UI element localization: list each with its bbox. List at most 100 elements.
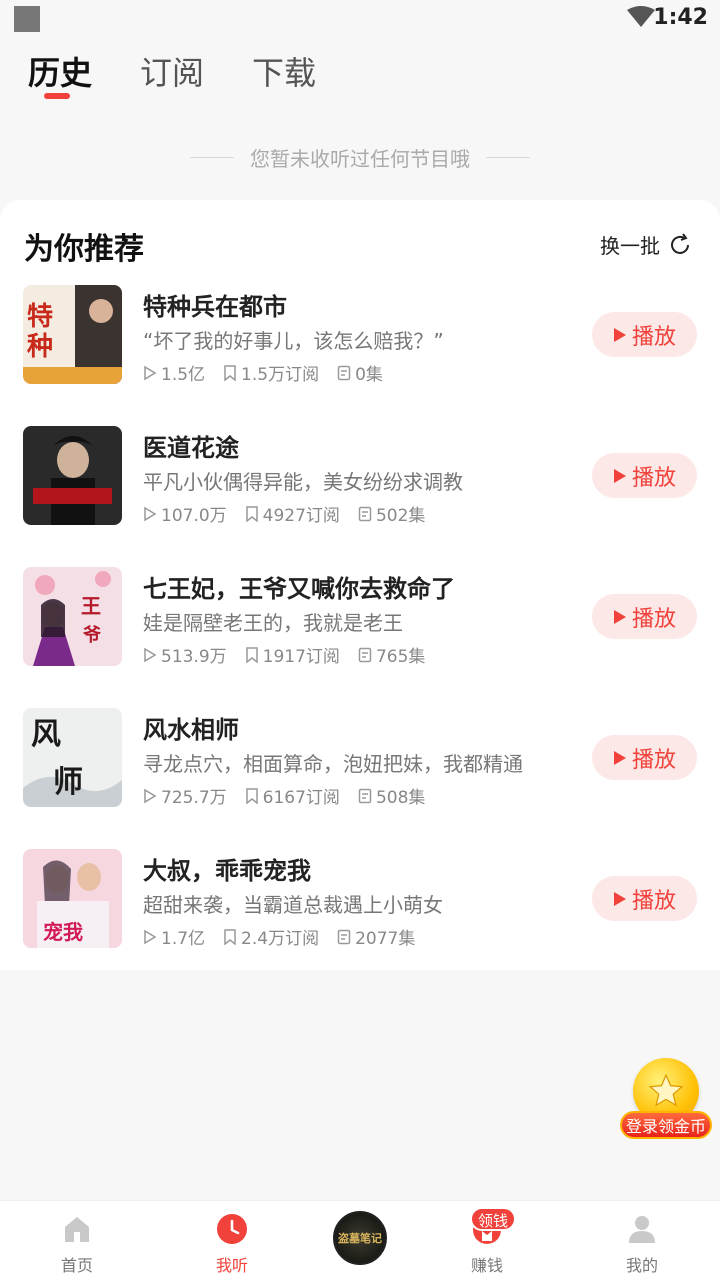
svg-text:师: 师 (53, 765, 83, 800)
subscribe-count-value: 1917订阅 (262, 647, 340, 667)
episode-icon (337, 365, 351, 380)
play-count-icon (144, 788, 157, 803)
item-description: 平凡小伙偶得异能，美女纷纷求调教 (143, 470, 463, 494)
refresh-icon (671, 232, 689, 254)
empty-text: 您暂未收听过任何节目哦 (250, 147, 470, 171)
item-title: 医道花途 (143, 434, 239, 462)
episode-icon (358, 506, 372, 521)
play-icon (613, 750, 626, 765)
play-count: 1.5亿 (143, 360, 205, 385)
play-count-value: 107.0万 (161, 506, 227, 526)
bookmark-icon (245, 505, 258, 522)
play-count: 513.9万 (143, 642, 227, 667)
refresh-label: 换一批 (600, 234, 660, 258)
list-item[interactable]: 特 种 特种兵在都市 “坏了我的好事儿，该怎么赔我？” 1.5亿 1.5万订阅 … (0, 285, 720, 405)
bottom-navigation: 首页 我听 盗墓笔记 赚钱 领钱 我的 (0, 1200, 720, 1280)
play-count-icon (144, 647, 157, 662)
play-icon (613, 327, 626, 342)
play-button[interactable]: 播放 (592, 876, 697, 921)
episode-count: 765集 (358, 642, 425, 667)
play-count-value: 1.7亿 (161, 929, 206, 949)
nav-mine[interactable]: 我的 (587, 1201, 697, 1280)
item-description: 寻龙点穴，相面算命，泡妞把妹，我都精通 (143, 752, 523, 776)
list-item[interactable]: 王 爷 七王妃，王爷又喊你去救命了 娃是隔壁老王的，我就是老王 513.9万 1… (0, 567, 720, 687)
nav-earn-label: 赚钱 (470, 1256, 503, 1275)
clock-icon (217, 1214, 247, 1244)
subscribe-count: 4927订阅 (245, 501, 340, 526)
subscribe-count: 2.4万订阅 (223, 924, 319, 949)
user-icon (629, 1216, 655, 1243)
item-title: 大叔，乖乖宠我 (143, 857, 311, 885)
item-meta: 107.0万 4927订阅 502集 (143, 501, 425, 526)
item-description: “坏了我的好事儿，该怎么赔我？” (143, 329, 444, 353)
tab-history-label: 历史 (28, 54, 93, 92)
home-icon (65, 1217, 89, 1242)
item-meta: 1.5亿 1.5万订阅 0集 (143, 360, 383, 385)
episode-count: 502集 (358, 501, 425, 526)
play-count-icon (144, 506, 157, 521)
episode-count: 2077集 (337, 924, 415, 949)
play-button[interactable]: 播放 (592, 735, 697, 780)
svg-text:爷: 爷 (83, 624, 102, 646)
svg-text:宠我: 宠我 (43, 920, 83, 944)
tab-download[interactable]: 下载 (252, 48, 316, 94)
play-count: 107.0万 (143, 501, 227, 526)
status-time: 1:42 (653, 5, 708, 30)
top-tabs: 历史 订阅 下载 (28, 48, 316, 99)
play-button[interactable]: 播放 (592, 312, 697, 357)
episode-icon (358, 647, 372, 662)
bookmark-icon (245, 787, 258, 804)
login-coin-label: 登录领金币 (620, 1111, 712, 1139)
login-coin-widget[interactable]: 登录领金币 (620, 1058, 712, 1142)
play-button[interactable]: 播放 (592, 594, 697, 639)
episode-count-value: 765集 (375, 647, 426, 667)
empty-history-message: 您暂未收听过任何节目哦 (0, 143, 720, 172)
list-item[interactable]: 风 师 风水相师 寻龙点穴，相面算命，泡妞把妹，我都精通 725.7万 6167… (0, 708, 720, 828)
play-icon (613, 468, 626, 483)
subscribe-count: 1.5万订阅 (223, 360, 319, 385)
now-playing-disc[interactable]: 盗墓笔记 (333, 1211, 387, 1265)
cover-image: 风 师 (23, 708, 122, 807)
play-count: 725.7万 (143, 783, 227, 808)
play-count-value: 1.5亿 (161, 365, 206, 385)
item-title: 特种兵在都市 (143, 293, 287, 321)
episode-count: 508集 (358, 783, 425, 808)
episode-count-value: 508集 (375, 788, 426, 808)
play-count-value: 725.7万 (161, 788, 227, 808)
subscribe-count-value: 1.5万订阅 (241, 365, 320, 385)
nav-home[interactable]: 首页 (22, 1201, 132, 1280)
play-button-label: 播放 (631, 888, 676, 914)
play-count-icon (144, 365, 157, 380)
bookmark-icon (224, 364, 236, 381)
play-button[interactable]: 播放 (592, 453, 697, 498)
list-item[interactable]: 医道花途 平凡小伙偶得异能，美女纷纷求调教 107.0万 4927订阅 502集… (0, 426, 720, 546)
nav-home-label: 首页 (60, 1256, 93, 1275)
subscribe-count-value: 6167订阅 (262, 788, 340, 808)
play-button-label: 播放 (631, 465, 676, 491)
item-meta: 725.7万 6167订阅 508集 (143, 783, 425, 808)
list-item[interactable]: 宠我 大叔，乖乖宠我 超甜来袭，当霸道总裁遇上小萌女 1.7亿 2.4万订阅 2… (0, 849, 720, 969)
play-button-label: 播放 (631, 747, 676, 773)
item-title: 七王妃，王爷又喊你去救命了 (143, 575, 455, 603)
cover-image: 王 爷 (23, 567, 122, 666)
nav-listen[interactable]: 我听 (177, 1201, 287, 1280)
svg-text:特: 特 (27, 301, 53, 332)
subscribe-count-value: 4927订阅 (262, 506, 340, 526)
cover-image: 特 种 (23, 285, 122, 384)
recommend-card: 为你推荐 换一批 特 种 特种兵在都市 “坏了我的好事儿，该怎么赔我？” 1.5… (0, 200, 720, 970)
subscribe-count-value: 2.4万订阅 (241, 929, 320, 949)
play-count-icon (144, 929, 157, 944)
tab-history[interactable]: 历史 (28, 48, 93, 99)
item-description: 超甜来袭，当霸道总裁遇上小萌女 (143, 893, 443, 917)
episode-icon (337, 929, 351, 944)
item-title: 风水相师 (143, 716, 239, 744)
refresh-batch-button[interactable]: 换一批 (600, 230, 692, 259)
status-bar: 1:42 (0, 0, 720, 40)
play-count-value: 513.9万 (161, 647, 227, 667)
divider-right (486, 157, 530, 158)
tab-subscribe[interactable]: 订阅 (140, 48, 204, 94)
notification-icon (14, 6, 40, 32)
episode-count-value: 502集 (375, 506, 426, 526)
bookmark-icon (224, 928, 236, 945)
bookmark-icon (245, 646, 258, 663)
